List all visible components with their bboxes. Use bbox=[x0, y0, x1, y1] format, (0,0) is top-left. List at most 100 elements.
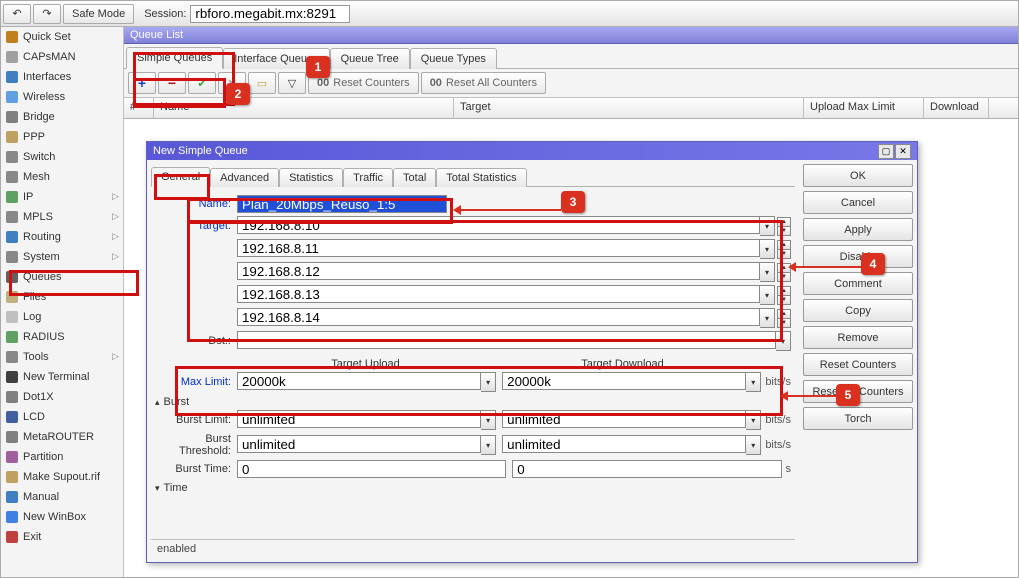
sidebar-item-queues[interactable]: Queues bbox=[1, 267, 123, 287]
dtab-advanced[interactable]: Advanced bbox=[210, 168, 279, 187]
burst-thresh-down[interactable] bbox=[502, 435, 746, 453]
target-input-1[interactable] bbox=[237, 239, 760, 257]
target-input-3[interactable] bbox=[237, 285, 760, 303]
dialog-torch-button[interactable]: Torch bbox=[803, 407, 913, 430]
target-down-4[interactable]: ▼ bbox=[777, 319, 791, 328]
sidebar-item-mpls[interactable]: MPLS▷ bbox=[1, 207, 123, 227]
dialog-cancel-button[interactable]: Cancel bbox=[803, 191, 913, 214]
sidebar-item-ip[interactable]: IP▷ bbox=[1, 187, 123, 207]
target-up-0[interactable]: ▲ bbox=[777, 217, 791, 227]
target-input-0[interactable] bbox=[237, 216, 760, 234]
dtab-total-statistics[interactable]: Total Statistics bbox=[436, 168, 526, 187]
maxlimit-down-input[interactable] bbox=[502, 372, 746, 390]
sidebar-item-new-terminal[interactable]: New Terminal bbox=[1, 367, 123, 387]
sidebar-item-mesh[interactable]: Mesh bbox=[1, 167, 123, 187]
dst-input[interactable] bbox=[237, 331, 776, 349]
dialog-reset-counters-button[interactable]: Reset Counters bbox=[803, 353, 913, 376]
target-input-2[interactable] bbox=[237, 262, 760, 280]
sidebar-item-metarouter[interactable]: MetaROUTER bbox=[1, 427, 123, 447]
sidebar-icon bbox=[5, 330, 19, 344]
target-down-3[interactable]: ▼ bbox=[777, 296, 791, 305]
sidebar-item-capsman[interactable]: CAPsMAN bbox=[1, 47, 123, 67]
sidebar-icon bbox=[5, 210, 19, 224]
maxlimit-up-input[interactable] bbox=[237, 372, 481, 390]
name-input[interactable] bbox=[237, 195, 447, 213]
burst-limit-down[interactable] bbox=[502, 410, 746, 428]
sidebar-item-log[interactable]: Log bbox=[1, 307, 123, 327]
target-dd-4[interactable]: ▾ bbox=[760, 308, 775, 328]
remove-button[interactable]: − bbox=[158, 72, 186, 94]
dialog-disable-button[interactable]: Disable bbox=[803, 245, 913, 268]
redo-button[interactable]: ↷ bbox=[33, 4, 61, 24]
reset-all-counters-button[interactable]: 00Reset All Counters bbox=[421, 72, 546, 94]
dtab-statistics[interactable]: Statistics bbox=[279, 168, 343, 187]
target-down-2[interactable]: ▼ bbox=[777, 273, 791, 282]
tab-simple-queues[interactable]: Simple Queues bbox=[126, 47, 223, 69]
col-download[interactable]: Download bbox=[924, 98, 989, 118]
time-toggle[interactable]: ▾Time bbox=[155, 482, 791, 494]
tab-queue-tree[interactable]: Queue Tree bbox=[330, 48, 410, 69]
target-dd-2[interactable]: ▾ bbox=[760, 262, 775, 282]
col-target[interactable]: Target bbox=[454, 98, 804, 118]
dtab-total[interactable]: Total bbox=[393, 168, 436, 187]
dtab-traffic[interactable]: Traffic bbox=[343, 168, 393, 187]
target-down-1[interactable]: ▼ bbox=[777, 250, 791, 259]
sidebar-item-interfaces[interactable]: Interfaces bbox=[1, 67, 123, 87]
dialog-ok-button[interactable]: OK bbox=[803, 164, 913, 187]
dtab-general[interactable]: General bbox=[151, 167, 210, 187]
add-button[interactable]: + bbox=[128, 72, 156, 94]
session-input[interactable] bbox=[190, 5, 350, 23]
burst-limit-up[interactable] bbox=[237, 410, 481, 428]
sidebar-item-tools[interactable]: Tools▷ bbox=[1, 347, 123, 367]
target-dd-1[interactable]: ▾ bbox=[760, 239, 775, 259]
comment-button[interactable]: ▭ bbox=[248, 72, 276, 94]
sidebar-item-partition[interactable]: Partition bbox=[1, 447, 123, 467]
target-down-0[interactable]: ▼ bbox=[777, 227, 791, 236]
col-index[interactable]: # bbox=[124, 98, 154, 118]
undo-button[interactable]: ↶ bbox=[3, 4, 31, 24]
sidebar-item-routing[interactable]: Routing▷ bbox=[1, 227, 123, 247]
col-upload[interactable]: Upload Max Limit bbox=[804, 98, 924, 118]
tab-queue-types[interactable]: Queue Types bbox=[410, 48, 497, 69]
sidebar-item-wireless[interactable]: Wireless bbox=[1, 87, 123, 107]
col-name[interactable]: Name bbox=[154, 98, 454, 118]
maxlimit-down-dd[interactable]: ▾ bbox=[746, 372, 761, 392]
dialog-comment-button[interactable]: Comment bbox=[803, 272, 913, 295]
safe-mode-button[interactable]: Safe Mode bbox=[63, 4, 134, 24]
sidebar-item-files[interactable]: Files bbox=[1, 287, 123, 307]
dialog-back-icon[interactable]: ▢ bbox=[878, 144, 894, 159]
target-dd-3[interactable]: ▾ bbox=[760, 285, 775, 305]
burst-time-down[interactable] bbox=[512, 460, 781, 478]
target-dd-0[interactable]: ▾ bbox=[760, 216, 775, 236]
filter-button[interactable]: ▽ bbox=[278, 72, 306, 94]
dst-dropdown[interactable]: ▾ bbox=[776, 331, 791, 351]
dialog-status: enabled bbox=[151, 539, 795, 558]
sidebar-item-exit[interactable]: Exit bbox=[1, 527, 123, 547]
sidebar-item-bridge[interactable]: Bridge bbox=[1, 107, 123, 127]
maxlimit-up-dd[interactable]: ▾ bbox=[481, 372, 496, 392]
sidebar-item-radius[interactable]: RADIUS bbox=[1, 327, 123, 347]
sidebar-item-ppp[interactable]: PPP bbox=[1, 127, 123, 147]
target-up-3[interactable]: ▲ bbox=[777, 286, 791, 296]
target-up-1[interactable]: ▲ bbox=[777, 240, 791, 250]
dialog-copy-button[interactable]: Copy bbox=[803, 299, 913, 322]
target-up-4[interactable]: ▲ bbox=[777, 309, 791, 319]
sidebar-item-manual[interactable]: Manual bbox=[1, 487, 123, 507]
target-input-4[interactable] bbox=[237, 308, 760, 326]
enable-button[interactable]: ✔ bbox=[188, 72, 216, 94]
burst-toggle[interactable]: ▴Burst bbox=[155, 396, 791, 408]
burst-thresh-label: Burst Threshold: bbox=[155, 433, 237, 457]
burst-thresh-up[interactable] bbox=[237, 435, 481, 453]
dialog-close-icon[interactable]: ✕ bbox=[895, 144, 911, 159]
dialog-remove-button[interactable]: Remove bbox=[803, 326, 913, 349]
sidebar-item-new-winbox[interactable]: New WinBox bbox=[1, 507, 123, 527]
sidebar-icon bbox=[5, 370, 19, 384]
sidebar-item-switch[interactable]: Switch bbox=[1, 147, 123, 167]
sidebar-item-quick-set[interactable]: Quick Set bbox=[1, 27, 123, 47]
burst-time-up[interactable] bbox=[237, 460, 506, 478]
sidebar-item-dot1x[interactable]: Dot1X bbox=[1, 387, 123, 407]
dialog-apply-button[interactable]: Apply bbox=[803, 218, 913, 241]
sidebar-item-make-supout.rif[interactable]: Make Supout.rif bbox=[1, 467, 123, 487]
sidebar-item-system[interactable]: System▷ bbox=[1, 247, 123, 267]
sidebar-item-lcd[interactable]: LCD bbox=[1, 407, 123, 427]
